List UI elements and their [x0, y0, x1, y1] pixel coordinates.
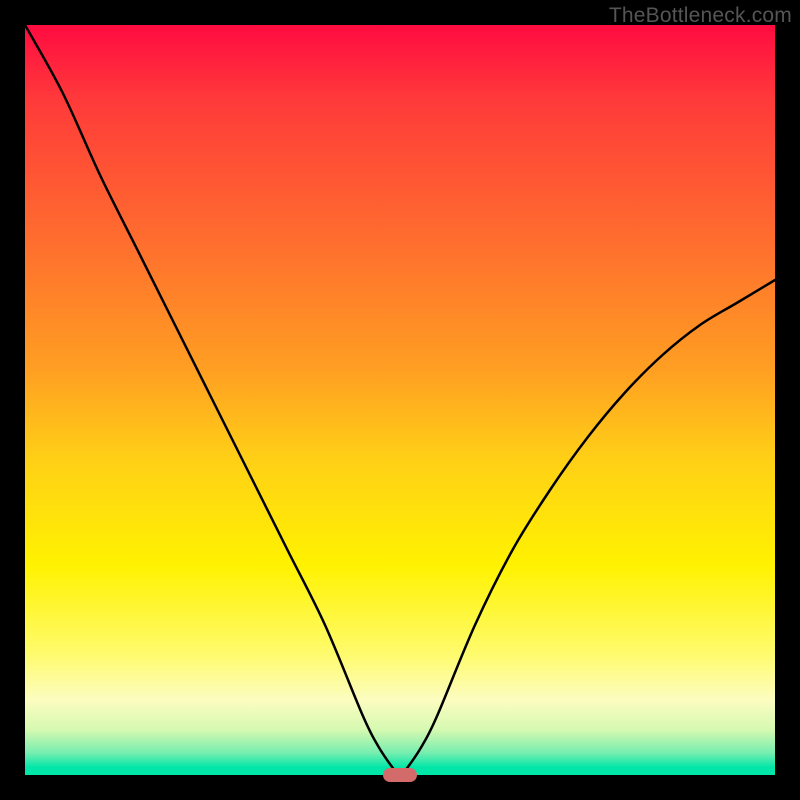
minimum-marker — [383, 768, 417, 782]
chart-frame: TheBottleneck.com — [0, 0, 800, 800]
bottleneck-curve — [25, 25, 775, 775]
plot-area — [25, 25, 775, 775]
watermark-text: TheBottleneck.com — [609, 4, 792, 28]
curve-layer — [25, 25, 775, 775]
